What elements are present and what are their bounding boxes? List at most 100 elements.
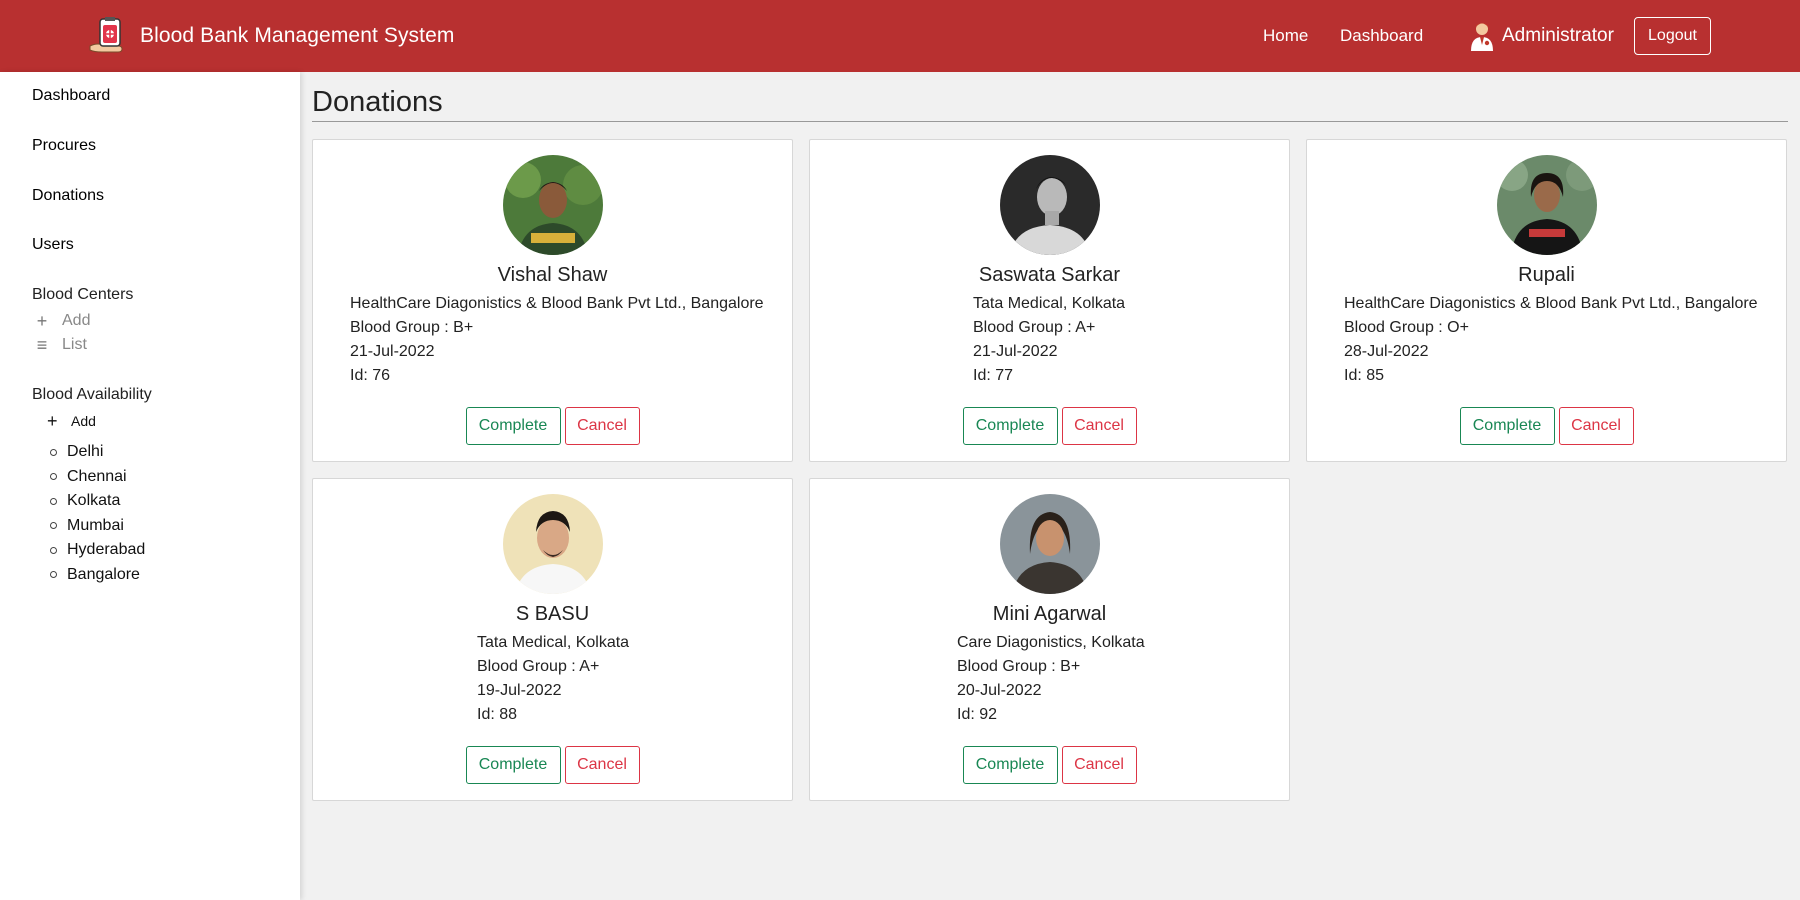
city-item[interactable]: Delhi — [47, 440, 145, 465]
blood-group: Blood Group : O+ — [1344, 319, 1469, 336]
donation-card: Rupali HealthCare Diagonistics & Blood B… — [1306, 139, 1787, 462]
city-item[interactable]: Chennai — [47, 465, 145, 490]
donor-photo-icon — [1000, 155, 1100, 255]
nav-home-link[interactable]: Home — [1263, 26, 1308, 46]
donor-photo-icon — [503, 155, 603, 255]
title-divider — [312, 121, 1788, 122]
donation-center: Care Diagonistics, Kolkata — [957, 634, 1145, 651]
donor-photo-icon — [1497, 155, 1597, 255]
city-item[interactable]: Hyderabad — [47, 538, 145, 563]
donation-info: HealthCare Diagonistics & Blood Bank Pvt… — [350, 292, 764, 388]
brand-title: Blood Bank Management System — [140, 24, 455, 47]
donor-photo-icon — [1000, 494, 1100, 594]
city-label: Chennai — [67, 467, 127, 485]
complete-button[interactable]: Complete — [465, 407, 561, 445]
cancel-button[interactable]: Cancel — [1061, 746, 1137, 784]
cancel-button[interactable]: Cancel — [1558, 407, 1634, 445]
sidebar-item-users[interactable]: Users — [32, 236, 74, 254]
city-label: Mumbai — [67, 516, 124, 534]
blood-group: Blood Group : A+ — [477, 658, 600, 675]
city-label: Hyderabad — [67, 541, 146, 559]
city-item[interactable]: Mumbai — [47, 514, 145, 539]
donation-card: Vishal Shaw HealthCare Diagonistics & Bl… — [312, 139, 793, 462]
city-label: Kolkata — [67, 492, 121, 510]
complete-button[interactable]: Complete — [1459, 407, 1555, 445]
cancel-button[interactable]: Cancel — [564, 746, 640, 784]
circle-bullet-icon — [50, 522, 57, 530]
cancel-button[interactable]: Cancel — [564, 407, 640, 445]
blood-availability-add[interactable]: + Add — [47, 412, 96, 430]
donation-center: Tata Medical, Kolkata — [477, 634, 630, 651]
donation-info: Tata Medical, Kolkata Blood Group : A+ 2… — [973, 292, 1125, 388]
plus-icon: + — [36, 311, 48, 331]
blood-centers-heading: Blood Centers — [32, 286, 134, 303]
blood-bank-logo-icon — [89, 17, 123, 53]
list-icon: ≡ — [36, 335, 48, 355]
donation-info: Tata Medical, Kolkata Blood Group : A+ 1… — [477, 631, 629, 727]
city-list: Delhi Chennai Kolkata Mumbai Hyderabad B… — [47, 440, 145, 587]
circle-bullet-icon — [50, 497, 57, 505]
donation-id: Id: 85 — [1344, 367, 1385, 384]
sidebar-item-procures[interactable]: Procures — [32, 137, 96, 155]
donor-avatar — [503, 155, 603, 255]
donation-date: 28-Jul-2022 — [1344, 343, 1429, 360]
logout-button[interactable]: Logout — [1634, 17, 1711, 55]
circle-bullet-icon — [50, 546, 57, 554]
page-title: Donations — [312, 86, 443, 118]
blood-group: Blood Group : B+ — [350, 319, 474, 336]
donation-info: Care Diagonistics, Kolkata Blood Group :… — [957, 631, 1145, 727]
blood-centers-list[interactable]: ≡ List — [34, 336, 87, 354]
donation-date: 21-Jul-2022 — [350, 343, 435, 360]
blood-group: Blood Group : A+ — [973, 319, 1096, 336]
admin-avatar-icon — [1471, 23, 1493, 51]
donation-id: Id: 76 — [350, 367, 391, 384]
blood-group: Blood Group : B+ — [957, 658, 1081, 675]
card-actions: Complete Cancel — [313, 407, 792, 445]
complete-button[interactable]: Complete — [962, 746, 1058, 784]
circle-bullet-icon — [50, 448, 57, 456]
donation-card: Mini Agarwal Care Diagonistics, Kolkata … — [809, 478, 1290, 801]
donor-avatar — [1000, 155, 1100, 255]
city-label: Delhi — [67, 443, 104, 461]
donor-avatar — [503, 494, 603, 594]
sidebar-item-donations[interactable]: Donations — [32, 187, 104, 205]
city-item[interactable]: Kolkata — [47, 489, 145, 514]
card-actions: Complete Cancel — [810, 746, 1289, 784]
donor-photo-icon — [503, 494, 603, 594]
complete-button[interactable]: Complete — [962, 407, 1058, 445]
donation-center: HealthCare Diagonistics & Blood Bank Pvt… — [350, 295, 764, 312]
donor-name: Mini Agarwal — [992, 603, 1107, 625]
plus-icon: + — [47, 411, 58, 431]
donation-card: Saswata Sarkar Tata Medical, Kolkata Blo… — [809, 139, 1290, 462]
donation-center: Tata Medical, Kolkata — [973, 295, 1126, 312]
blood-availability-add-label: Add — [71, 413, 96, 429]
nav-dashboard-link[interactable]: Dashboard — [1340, 26, 1423, 46]
sidebar: Dashboard Procures Donations Users Blood… — [0, 72, 300, 900]
blood-availability-heading: Blood Availability — [32, 386, 152, 403]
cancel-button[interactable]: Cancel — [1061, 407, 1137, 445]
user-menu[interactable]: Administrator — [1469, 20, 1614, 52]
donation-date: 21-Jul-2022 — [973, 343, 1058, 360]
circle-bullet-icon — [50, 571, 57, 579]
card-actions: Complete Cancel — [810, 407, 1289, 445]
blood-centers-add-label: Add — [62, 312, 91, 329]
donor-avatar — [1497, 155, 1597, 255]
circle-bullet-icon — [50, 473, 57, 481]
blood-centers-add[interactable]: + Add — [34, 311, 91, 331]
city-label: Bangalore — [67, 565, 140, 583]
brand[interactable]: Blood Bank Management System — [88, 16, 454, 56]
donor-name: S BASU — [515, 603, 590, 625]
donation-date: 20-Jul-2022 — [957, 682, 1042, 699]
donor-name: Vishal Shaw — [497, 264, 608, 286]
donation-center: HealthCare Diagonistics & Blood Bank Pvt… — [1344, 295, 1758, 312]
sidebar-item-dashboard[interactable]: Dashboard — [32, 87, 110, 105]
card-actions: Complete Cancel — [313, 746, 792, 784]
blood-centers-list-label: List — [62, 336, 87, 353]
donation-date: 19-Jul-2022 — [477, 682, 562, 699]
top-navbar: Blood Bank Management System Home Dashbo… — [0, 0, 1800, 72]
complete-button[interactable]: Complete — [465, 746, 561, 784]
donor-name: Saswata Sarkar — [978, 264, 1121, 286]
donor-name: Rupali — [1518, 264, 1575, 286]
user-name: Administrator — [1502, 25, 1614, 46]
city-item[interactable]: Bangalore — [47, 563, 145, 588]
